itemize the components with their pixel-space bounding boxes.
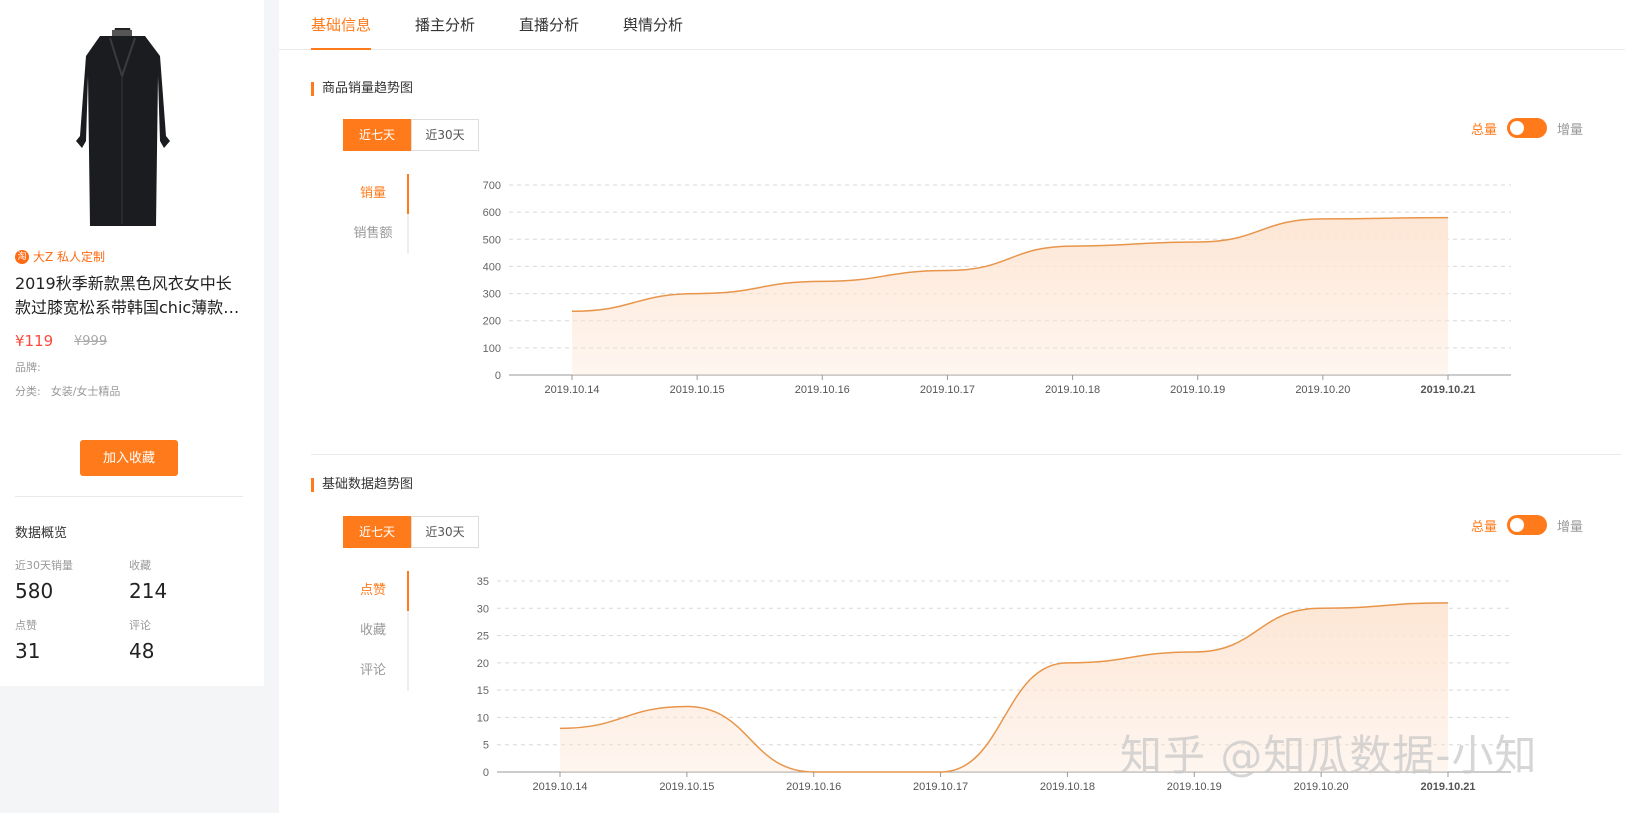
x-tick-label: 2019.10.16 (786, 781, 841, 793)
stat-value: 214 (129, 579, 168, 603)
x-tick-label: 2019.10.17 (913, 781, 968, 793)
stat-favorites: 收藏 214 (129, 557, 167, 603)
y-tick-label: 600 (483, 207, 501, 219)
range-30d-button[interactable]: 近30天 (411, 119, 479, 151)
sales-metric-tabs: 销量 销售额 (339, 174, 409, 254)
product-title[interactable]: 2019秋季新款黑色风衣女中长款过膝宽松系带韩国chic薄款外套 (15, 272, 240, 320)
basic-metric-tabs: 点赞 收藏 评论 (339, 571, 409, 691)
y-tick-label: 200 (483, 316, 501, 328)
area-fill (572, 217, 1448, 375)
toggle-total-label[interactable]: 总量 (1471, 119, 1497, 138)
y-tick-label: 300 (483, 289, 501, 301)
divider (15, 496, 243, 497)
x-tick-label: 2019.10.15 (659, 781, 714, 793)
x-tick-label: 2019.10.16 (795, 384, 850, 396)
y-tick-label: 0 (483, 767, 489, 779)
y-tick-label: 0 (495, 370, 501, 382)
x-tick-label: 2019.10.14 (544, 384, 599, 396)
y-tick-label: 100 (483, 343, 501, 355)
metric-likes[interactable]: 点赞 (339, 571, 409, 611)
sales-range-group: 近七天 近30天 (343, 119, 479, 151)
y-tick-label: 10 (477, 712, 489, 724)
toggle-increment-label[interactable]: 增量 (1557, 119, 1583, 138)
stat-label: 评论 (129, 619, 151, 632)
product-panel: 淘 大Z 私人定制 2019秋季新款黑色风衣女中长款过膝宽松系带韩国chic薄款… (0, 0, 264, 686)
stat-likes: 点赞 31 (15, 617, 40, 663)
metric-sales-volume[interactable]: 销量 (339, 174, 409, 214)
y-tick-label: 400 (483, 261, 501, 273)
watermark: 知乎 @知瓜数据-小知 (1120, 731, 1538, 780)
stat-label: 点赞 (15, 619, 37, 632)
y-tick-label: 35 (477, 576, 489, 588)
current-price: ¥119 (15, 332, 54, 350)
y-tick-label: 25 (477, 631, 489, 643)
section-divider (311, 454, 1621, 455)
metric-comments[interactable]: 评论 (339, 651, 409, 691)
stat-sales-30d: 近30天销量 580 (15, 557, 73, 603)
category-label: 分类: (15, 385, 41, 398)
range-7d-button[interactable]: 近七天 (343, 516, 411, 548)
category-row: 分类: 女装/女士精品 (15, 383, 120, 399)
y-tick-label: 5 (483, 740, 489, 752)
brand-row: 品牌: (15, 359, 51, 375)
toggle-knob (1510, 121, 1525, 135)
x-tick-label: 2019.10.20 (1295, 384, 1350, 396)
toggle-switch[interactable] (1507, 515, 1548, 535)
shop-label[interactable]: 大Z 私人定制 (33, 248, 105, 265)
y-tick-label: 500 (483, 234, 501, 246)
metric-sales-amount[interactable]: 销售额 (339, 214, 409, 254)
y-tick-label: 15 (477, 685, 489, 697)
toggle-increment-label[interactable]: 增量 (1557, 516, 1583, 535)
stat-label: 近30天销量 (15, 559, 73, 572)
x-tick-label: 2019.10.18 (1045, 384, 1100, 396)
basic-range-group: 近七天 近30天 (343, 516, 479, 548)
range-7d-button[interactable]: 近七天 (343, 119, 411, 151)
tab-basic-info[interactable]: 基础信息 (311, 14, 372, 50)
stat-comments: 评论 48 (129, 617, 154, 663)
basic-total-toggle: 总量 增量 (1471, 515, 1583, 535)
brand-label: 品牌: (15, 361, 41, 374)
stat-label: 收藏 (129, 559, 151, 572)
tab-sentiment-analysis[interactable]: 舆情分析 (623, 14, 683, 35)
basic-trend-title: 基础数据趋势图 (311, 478, 413, 492)
taobao-icon: 淘 (15, 249, 29, 264)
y-tick-label: 30 (477, 603, 489, 615)
stat-value: 580 (15, 579, 54, 603)
x-tick-label: 2019.10.21 (1420, 384, 1475, 396)
range-30d-button[interactable]: 近30天 (411, 516, 479, 548)
x-tick-label: 2019.10.14 (532, 781, 587, 793)
x-tick-label: 2019.10.17 (920, 384, 975, 396)
stat-value: 48 (129, 639, 155, 663)
product-image[interactable] (60, 16, 185, 236)
tab-streamer-analysis[interactable]: 播主分析 (415, 14, 475, 35)
tab-live-analysis[interactable]: 直播分析 (519, 14, 579, 35)
sales-trend-chart: 0 100 200 300 400 500 600 700 2019.10.14 2019.10.… (483, 180, 1511, 396)
main-panel: 基础信息 播主分析 直播分析 舆情分析 商品销量趋势图 近七天 近30天 总量 … (279, 0, 1625, 813)
tab-bar: 基础信息 播主分析 直播分析 舆情分析 (279, 0, 1625, 50)
metric-favorites[interactable]: 收藏 (339, 611, 409, 651)
x-tick-label: 2019.10.19 (1170, 384, 1225, 396)
sales-trend-title: 商品销量趋势图 (311, 82, 413, 96)
add-favorite-button[interactable]: 加入收藏 (80, 440, 178, 476)
category-value: 女装/女士精品 (50, 385, 121, 398)
sales-total-toggle: 总量 增量 (1471, 118, 1583, 138)
toggle-switch[interactable] (1507, 118, 1548, 138)
x-tick-label: 2019.10.18 (1040, 781, 1095, 793)
y-tick-label: 700 (483, 180, 501, 192)
y-tick-label: 20 (477, 658, 489, 670)
shop-name[interactable]: 淘 大Z 私人定制 (15, 248, 105, 265)
original-price: ¥999 (74, 334, 108, 349)
stat-value: 31 (15, 639, 41, 663)
overview-title: 数据概览 (15, 526, 68, 541)
toggle-knob (1510, 518, 1525, 532)
toggle-total-label[interactable]: 总量 (1471, 516, 1497, 535)
x-tick-label: 2019.10.15 (670, 384, 725, 396)
